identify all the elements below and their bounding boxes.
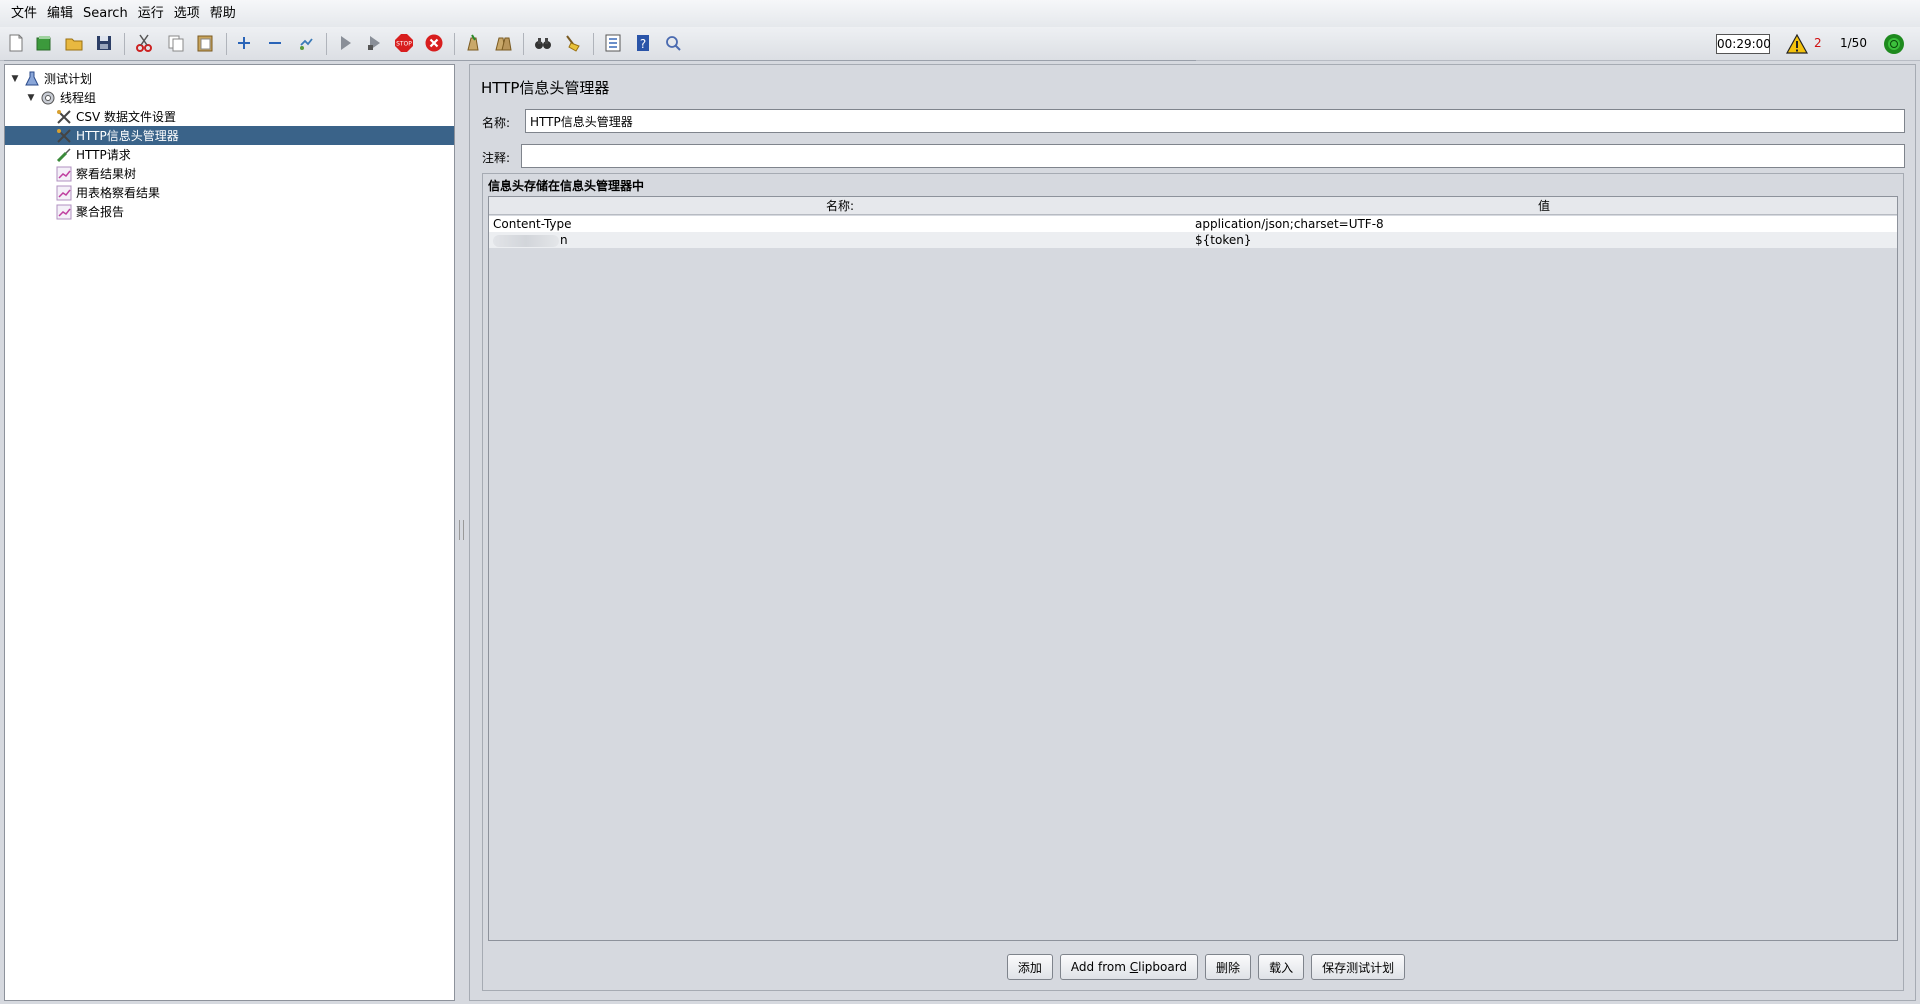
tree-item-label: HTTP请求 (76, 148, 131, 162)
expand-icon[interactable] (232, 31, 256, 55)
section-title: 信息头存储在信息头管理器中 (488, 179, 645, 193)
thread-group-icon (39, 89, 57, 107)
search-icon[interactable] (531, 31, 555, 55)
new-file-icon[interactable] (4, 31, 28, 55)
table-header-row: 名称: 值 (489, 197, 1897, 215)
splitter-handle[interactable] (459, 520, 464, 540)
clear-all-icon[interactable] (491, 31, 515, 55)
menu-search[interactable]: Search (78, 0, 133, 27)
tree-expand-toggle[interactable]: ▼ (25, 93, 37, 103)
svg-text:STOP: STOP (396, 41, 412, 48)
menu-bar: 文件 编辑 Search 运行 选项 帮助 (0, 0, 1920, 27)
panel-title: HTTP信息头管理器 (481, 79, 610, 97)
tree-item-label: HTTP信息头管理器 (76, 129, 179, 143)
start-icon[interactable] (333, 31, 357, 55)
header-name-cell[interactable]: Content-Type (489, 216, 1191, 232)
redacted-mask (493, 234, 559, 247)
listener-icon (55, 165, 73, 183)
tree-item-label: 察看结果树 (76, 167, 137, 181)
button-bar: 添加 Add from Clipboard 删除 载入 保存测试计划 (483, 954, 1905, 986)
comment-label: 注释: (482, 151, 511, 165)
paste-icon[interactable] (193, 31, 217, 55)
tree-item[interactable]: HTTP请求 (41, 145, 131, 164)
remote-icon[interactable] (661, 31, 685, 55)
menu-edit[interactable]: 编辑 (42, 0, 78, 27)
header-manager-panel: HTTP信息头管理器 名称: 注释: 信息头存储在信息头管理器中 名称: 值 C… (469, 64, 1916, 1001)
save-icon[interactable] (92, 31, 116, 55)
column-header-name[interactable]: 名称: (489, 197, 1191, 215)
stop-icon[interactable]: STOP (392, 31, 416, 55)
sampler-icon (55, 146, 73, 164)
tree-item-label: 测试计划 (44, 72, 93, 86)
delete-button[interactable]: 删除 (1205, 954, 1252, 980)
clear-icon[interactable] (461, 31, 485, 55)
help-icon[interactable]: ? (631, 31, 655, 55)
add-button[interactable]: 添加 (1006, 954, 1053, 980)
open-icon[interactable] (62, 31, 86, 55)
config-element-icon (55, 108, 73, 126)
function-helper-icon[interactable] (601, 31, 625, 55)
header-value-cell[interactable]: ${token} (1191, 232, 1897, 248)
load-button[interactable]: 载入 (1258, 954, 1305, 980)
headers-section: 信息头存储在信息头管理器中 名称: 值 Content-Type applica… (482, 173, 1904, 991)
table-row[interactable]: n ${token} (489, 232, 1897, 248)
menu-help[interactable]: 帮助 (205, 0, 241, 27)
templates-icon[interactable] (32, 31, 56, 55)
reset-search-icon[interactable] (561, 31, 585, 55)
copy-icon[interactable] (164, 31, 188, 55)
tree-item[interactable]: 察看结果树 (41, 164, 136, 183)
tree-item-label: 用表格察看结果 (76, 186, 161, 200)
toolbar: STOP ? (0, 27, 1920, 61)
tree-item-label: CSV 数据文件设置 (76, 110, 177, 124)
header-name-text: n (560, 233, 568, 247)
config-element-icon (55, 127, 73, 145)
tree-item[interactable]: CSV 数据文件设置 (41, 107, 176, 126)
add-from-clipboard-button[interactable]: Add from Clipboard (1059, 954, 1199, 980)
toggle-icon[interactable] (294, 31, 318, 55)
cut-icon[interactable] (132, 31, 156, 55)
listener-icon (55, 203, 73, 221)
headers-table[interactable]: 名称: 值 Content-Type application/json;char… (488, 196, 1898, 941)
test-plan-icon (23, 70, 41, 88)
start-no-pause-icon[interactable] (362, 31, 386, 55)
svg-text:?: ? (640, 37, 646, 51)
name-input[interactable] (525, 109, 1905, 133)
header-value-cell[interactable]: application/json;charset=UTF-8 (1191, 216, 1897, 232)
tree-item-label: 聚合报告 (76, 205, 125, 219)
comment-input[interactable] (521, 144, 1905, 168)
collapse-icon[interactable] (263, 31, 287, 55)
menu-options[interactable]: 选项 (169, 0, 205, 27)
active-thread-count: 1/50 (1840, 36, 1867, 50)
tree-item[interactable]: 聚合报告 (41, 202, 124, 221)
shutdown-icon[interactable] (422, 31, 446, 55)
menu-file[interactable]: 文件 (6, 0, 42, 27)
table-row[interactable]: Content-Type application/json;charset=UT… (489, 216, 1897, 232)
name-label: 名称: (482, 116, 511, 130)
tree-expand-toggle[interactable]: ▼ (9, 74, 21, 84)
save-test-plan-button[interactable]: 保存测试计划 (1311, 954, 1406, 980)
tree-item[interactable]: ▼ 测试计划 (9, 69, 92, 88)
menu-run[interactable]: 运行 (133, 0, 169, 27)
warning-icon[interactable] (1786, 33, 1808, 55)
tree-item[interactable]: ▼ 线程组 (25, 88, 96, 107)
tree-item[interactable]: HTTP信息头管理器 (5, 126, 454, 145)
listener-icon (55, 184, 73, 202)
status-light-icon (1884, 34, 1904, 54)
column-header-value[interactable]: 值 (1191, 197, 1897, 215)
tree-item[interactable]: 用表格察看结果 (41, 183, 160, 202)
header-name-cell[interactable]: n (489, 232, 1191, 248)
warning-count: 2 (1814, 36, 1822, 50)
test-plan-tree: ▼ 测试计划 ▼ 线程组 CSV 数据文件设置 HTTP信息头管理器 HTTP请求 察看结果树… (4, 64, 455, 1001)
elapsed-timer: 00:29:00 (1716, 34, 1771, 54)
tree-item-label: 线程组 (60, 91, 97, 105)
